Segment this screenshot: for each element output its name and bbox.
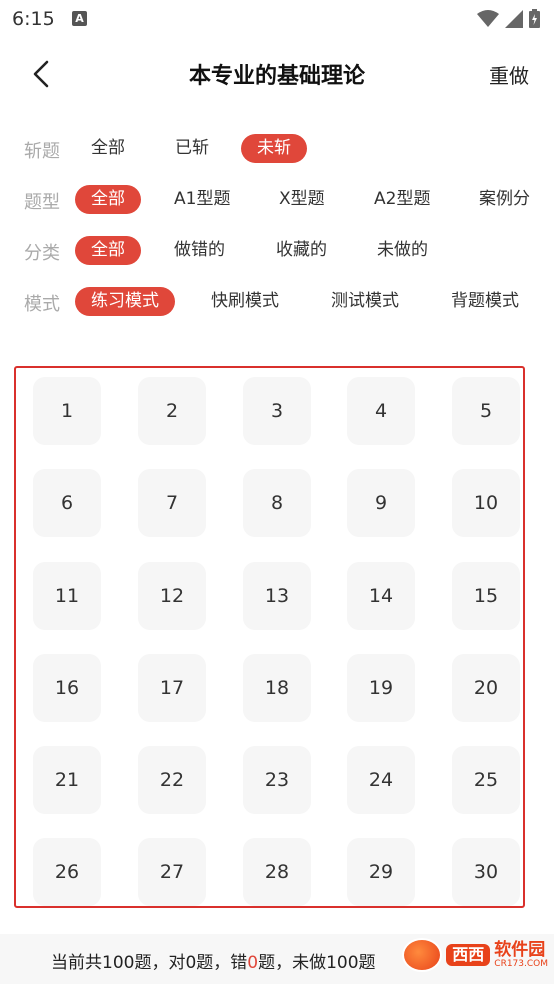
- question-number[interactable]: 16: [33, 654, 101, 722]
- battery-icon: [529, 9, 540, 28]
- chip-quick-mode[interactable]: 快刷模式: [195, 287, 295, 316]
- page-title: 本专业的基础理论: [188, 64, 365, 89]
- status-bar: 6:15 A: [0, 0, 554, 38]
- stats-text: 当前共100题，对0题，错0题，未做100题: [51, 948, 376, 973]
- chip-a1[interactable]: A1型题: [158, 185, 246, 214]
- question-number[interactable]: 19: [347, 654, 415, 722]
- status-time: 6:15: [12, 8, 55, 30]
- watermark-logo-icon: [402, 938, 443, 972]
- chip-unslashed[interactable]: 未斩: [241, 134, 307, 163]
- watermark: 西西 软件园 CR173.COM: [402, 938, 548, 972]
- status-icons: [477, 9, 540, 28]
- chip-x[interactable]: X型题: [263, 185, 341, 214]
- chip-undone[interactable]: 未做的: [361, 236, 444, 265]
- filter-label: 模式: [24, 294, 60, 315]
- question-number[interactable]: 7: [138, 469, 206, 537]
- question-number[interactable]: 10: [452, 469, 520, 537]
- wifi-icon: [477, 9, 499, 27]
- stats-prefix: 当前共100题，对0题，错: [51, 953, 248, 973]
- question-number[interactable]: 26: [33, 838, 101, 906]
- chip-all[interactable]: 全部: [75, 236, 141, 265]
- question-number[interactable]: 27: [138, 838, 206, 906]
- wrong-count: 0: [247, 953, 259, 973]
- chip-a2[interactable]: A2型题: [358, 185, 446, 214]
- question-number[interactable]: 13: [243, 562, 311, 630]
- filter-row-mode: 模式 练习模式 快刷模式 测试模式 背题模式: [0, 284, 554, 320]
- question-number[interactable]: 3: [243, 377, 311, 445]
- chip-test-mode[interactable]: 测试模式: [315, 287, 415, 316]
- chip-all[interactable]: 全部: [75, 185, 141, 214]
- question-number[interactable]: 24: [347, 746, 415, 814]
- question-number[interactable]: 12: [138, 562, 206, 630]
- question-number[interactable]: 18: [243, 654, 311, 722]
- chip-slashed[interactable]: 已斩: [159, 134, 225, 163]
- filter-label: 分类: [24, 243, 60, 264]
- chip-review-mode[interactable]: 背题模式: [435, 287, 535, 316]
- question-number[interactable]: 22: [138, 746, 206, 814]
- question-grid: 1 2 3 4 5 6 7 8 9 10 11 12 13 14 15 16 1…: [14, 366, 525, 908]
- chip-favorites[interactable]: 收藏的: [260, 236, 343, 265]
- filter-label: 斩题: [24, 141, 60, 162]
- question-number[interactable]: 2: [138, 377, 206, 445]
- stats-cut: 0题: [347, 953, 376, 973]
- filter-label: 题型: [24, 192, 60, 213]
- question-number[interactable]: 28: [243, 838, 311, 906]
- question-number[interactable]: 21: [33, 746, 101, 814]
- chip-wrong[interactable]: 做错的: [158, 236, 241, 265]
- filter-row-type: 题型 全部 A1型题 X型题 A2型题 案例分: [0, 182, 554, 218]
- question-number[interactable]: 9: [347, 469, 415, 537]
- app-header: 本专业的基础理论 重做: [0, 44, 554, 104]
- question-number[interactable]: 30: [452, 838, 520, 906]
- question-number[interactable]: 20: [452, 654, 520, 722]
- filter-row-slash: 斩题 全部 已斩 未斩: [0, 131, 554, 167]
- question-number[interactable]: 5: [452, 377, 520, 445]
- chip-all[interactable]: 全部: [75, 134, 141, 163]
- stats-suffix: 题，未做10: [258, 953, 348, 973]
- question-number[interactable]: 8: [243, 469, 311, 537]
- question-number[interactable]: 23: [243, 746, 311, 814]
- watermark-site: CR173.COM: [494, 959, 548, 969]
- question-number[interactable]: 17: [138, 654, 206, 722]
- notification-icon: A: [72, 11, 87, 26]
- question-number[interactable]: 29: [347, 838, 415, 906]
- signal-icon: [505, 9, 523, 28]
- chip-case[interactable]: 案例分: [463, 185, 546, 214]
- chip-practice-mode[interactable]: 练习模式: [75, 287, 175, 316]
- watermark-title: 软件园: [494, 940, 546, 960]
- watermark-brand: 西西: [446, 944, 491, 966]
- question-number[interactable]: 1: [33, 377, 101, 445]
- reset-button[interactable]: 重做: [489, 60, 529, 89]
- question-number[interactable]: 14: [347, 562, 415, 630]
- question-number[interactable]: 4: [347, 377, 415, 445]
- question-number[interactable]: 6: [33, 469, 101, 537]
- question-number[interactable]: 15: [452, 562, 520, 630]
- question-number[interactable]: 25: [452, 746, 520, 814]
- question-number[interactable]: 11: [33, 562, 101, 630]
- filter-row-category: 分类 全部 做错的 收藏的 未做的: [0, 233, 554, 269]
- watermark-text: 软件园 CR173.COM: [494, 941, 548, 969]
